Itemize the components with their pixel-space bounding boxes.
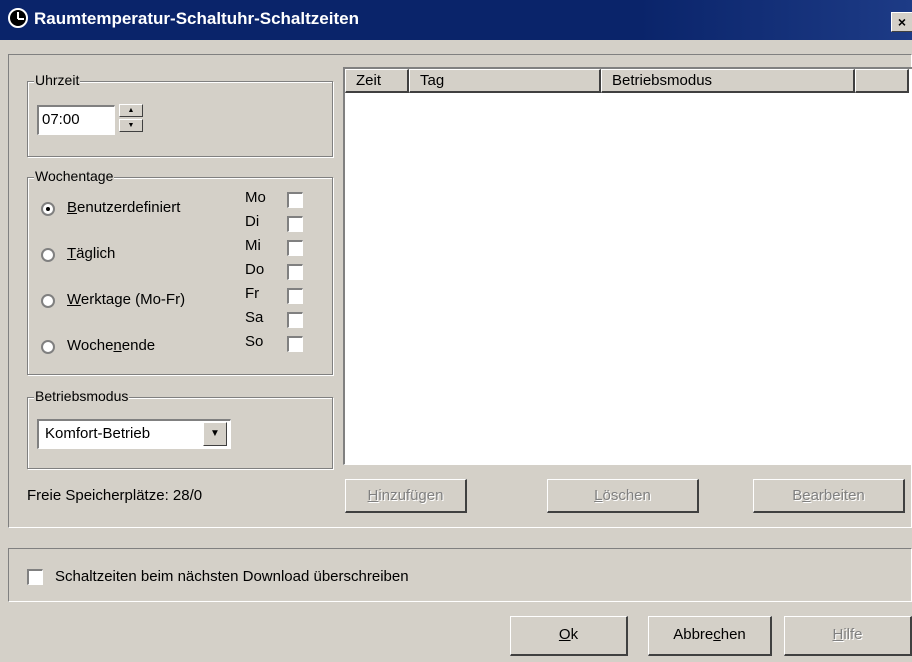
day-checkbox-4[interactable] (287, 288, 303, 304)
day-label-5: Sa (245, 309, 264, 326)
wochentage-legend: Wochentage (34, 168, 115, 184)
memory-status: Freie Speicherplätze: 28/0 (27, 487, 203, 504)
main-panel: Uhrzeit 07:00 ▲ ▼ Wochentage Benutzerdef… (8, 54, 912, 528)
radio-label-1: Täglich (67, 245, 116, 262)
window-title: Raumtemperatur-Schaltuhr-Schaltzeiten (34, 9, 359, 28)
clock-icon (8, 8, 28, 28)
edit-button[interactable]: Bearbeiten (753, 479, 905, 513)
betriebsmodus-select[interactable]: Komfort-Betrieb ▼ (37, 419, 231, 449)
radio-0[interactable] (41, 202, 55, 216)
day-checkbox-0[interactable] (287, 192, 303, 208)
day-checkbox-1[interactable] (287, 216, 303, 232)
radio-label-0: Benutzerdefiniert (67, 199, 181, 216)
day-checkbox-5[interactable] (287, 312, 303, 328)
radio-label-3: Wochenende (67, 337, 156, 354)
column-header-1[interactable]: Tag (409, 69, 601, 93)
cancel-button[interactable]: Abbrechen (648, 616, 772, 656)
day-label-0: Mo (245, 189, 266, 206)
help-button[interactable]: Hilfe (784, 616, 912, 656)
delete-button[interactable]: Löschen (547, 479, 699, 513)
day-label-3: Do (245, 261, 265, 278)
betriebsmodus-legend: Betriebsmodus (34, 388, 130, 404)
chevron-down-icon[interactable]: ▼ (203, 422, 227, 446)
day-label-2: Mi (245, 237, 261, 254)
overwrite-panel: Schaltzeiten beim nächsten Download über… (8, 548, 912, 602)
day-checkbox-2[interactable] (287, 240, 303, 256)
column-header-0[interactable]: Zeit (345, 69, 409, 93)
title-bar: Raumtemperatur-Schaltuhr-Schaltzeiten × (0, 0, 912, 40)
day-label-4: Fr (245, 285, 260, 302)
uhrzeit-legend: Uhrzeit (34, 72, 81, 88)
day-label-6: So (245, 333, 264, 350)
day-label-1: Di (245, 213, 260, 230)
day-checkbox-3[interactable] (287, 264, 303, 280)
overwrite-checkbox[interactable] (27, 569, 43, 585)
time-value: 07:00 (42, 111, 80, 128)
radio-2[interactable] (41, 294, 55, 308)
radio-label-2: Werktage (Mo-Fr) (67, 291, 186, 308)
time-up-button[interactable]: ▲ (119, 104, 143, 117)
overwrite-label: Schaltzeiten beim nächsten Download über… (55, 568, 409, 585)
ok-button[interactable]: Ok (510, 616, 628, 656)
day-checkbox-6[interactable] (287, 336, 303, 352)
time-down-button[interactable]: ▼ (119, 119, 143, 132)
betriebsmodus-value: Komfort-Betrieb (45, 425, 151, 442)
close-button[interactable]: × (891, 12, 912, 32)
radio-3[interactable] (41, 340, 55, 354)
schedule-list[interactable]: Zeit Tag Betriebsmodus (343, 67, 912, 465)
add-button[interactable]: Hinzufügen (345, 479, 467, 513)
time-input[interactable]: 07:00 (37, 105, 115, 135)
column-header-3[interactable] (855, 69, 909, 93)
column-header-2[interactable]: Betriebsmodus (601, 69, 855, 93)
radio-1[interactable] (41, 248, 55, 262)
